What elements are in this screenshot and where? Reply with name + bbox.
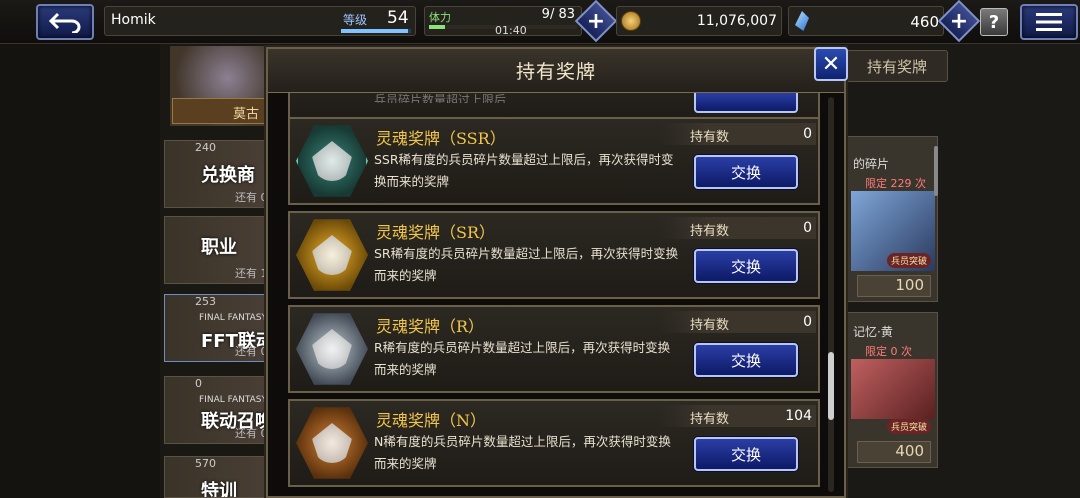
event-banner[interactable]: 职业 还有 14 [164, 216, 272, 284]
event-banner[interactable]: 240 兑换商 还有 0 [164, 140, 272, 208]
background-tab[interactable]: 持有奖牌 [846, 50, 948, 82]
event-banner[interactable]: 0 FINAL FANTASY T 联动召唤 还有 0 [164, 376, 272, 444]
gem-value: 460 [910, 13, 939, 31]
exchange-button[interactable]: 交换 [694, 437, 798, 471]
player-name: Homik [111, 12, 156, 28]
plus-icon: + [586, 8, 606, 34]
owned-count-label: 持有数 [690, 318, 730, 333]
stamina-label: 体力 [429, 11, 451, 24]
stamina-timer: 01:40 [495, 24, 527, 37]
level-label: 等级 [343, 13, 368, 27]
banner-count: 253 [195, 295, 216, 308]
banner-count: 0 [195, 377, 202, 390]
level-value: 54 [387, 8, 409, 28]
shop-card-limit: 限定 0 次 [865, 345, 912, 358]
owned-count-value: 0 [803, 314, 812, 330]
banner-title: 兑换商 [201, 165, 255, 186]
shop-card[interactable]: 的碎片 限定 229 次 兵员突破 100 [846, 136, 938, 302]
gil-panel: 11,076,007 [616, 6, 782, 36]
shop-card-price: 100 [857, 275, 931, 297]
help-button[interactable]: ? [980, 8, 1008, 36]
exchange-button-partial[interactable] [694, 93, 798, 113]
banner-count: 570 [195, 457, 216, 470]
gem-panel: 460 [788, 6, 944, 36]
plus-icon: + [949, 8, 969, 34]
banner-remain: 还有 0 [235, 427, 268, 440]
shop-card-limit: 限定 229 次 [865, 177, 926, 190]
top-status-bar: Homik 等级 54 体力 9/ 83 01:40 + 11,076,007 … [0, 0, 1080, 44]
soul-medal-sr-icon [296, 219, 368, 291]
banner-title: 特训 [201, 481, 237, 498]
menu-button[interactable] [1020, 4, 1078, 40]
owned-count-value: 104 [785, 408, 812, 424]
banner-remain: 还有 0 [235, 191, 268, 204]
banner-subtitle: FINAL FANTASY T [199, 395, 272, 405]
medal-row-sr: 灵魂奖牌（SR） 持有数 0 SR稀有度的兵员碎片数量超过上限后，再次获得时变换… [288, 211, 820, 299]
dialog-title: 持有奖牌 [515, 61, 596, 83]
stamina-panel: 体力 9/ 83 01:40 [424, 6, 582, 37]
medal-name: 灵魂奖牌（N） [376, 411, 487, 430]
soul-medal-ssr-icon [296, 125, 368, 197]
hamburger-menu-icon [1036, 13, 1062, 31]
medal-list-scrollbar[interactable] [828, 97, 834, 492]
owned-count-label: 持有数 [690, 130, 730, 145]
medal-name: 灵魂奖牌（SR） [376, 223, 496, 242]
soul-medal-r-icon [296, 313, 368, 385]
shop-card[interactable]: 记忆·黄 限定 0 次 兵员突破 400 [846, 312, 938, 468]
background-scrollbar[interactable] [934, 146, 938, 196]
owned-medals-dialog: 持有奖牌 ✕ 兵员碎片数量超过上限后 灵魂奖牌（SSR） 持有数 0 SSR稀有… [266, 47, 848, 498]
exchange-button[interactable]: 交换 [694, 249, 798, 283]
gil-value: 11,076,007 [696, 13, 777, 29]
scrollbar-thumb[interactable] [828, 352, 834, 420]
gil-coin-icon [621, 11, 641, 31]
event-banner[interactable]: 570 特训 [164, 456, 272, 498]
shop-card-image [851, 359, 935, 419]
banner-count: 240 [195, 141, 216, 154]
medal-row-r: 灵魂奖牌（R） 持有数 0 R稀有度的兵员碎片数量超过上限后，再次获得时变换而来… [288, 305, 820, 393]
exchange-button[interactable]: 交换 [694, 343, 798, 377]
back-arrow-icon [48, 12, 81, 33]
level-progress-bar [341, 29, 411, 33]
owned-count-value: 0 [803, 126, 812, 142]
add-gem-button[interactable]: + [937, 0, 981, 43]
owned-count-label: 持有数 [690, 224, 730, 239]
medal-description: N稀有度的兵员碎片数量超过上限后，再次获得时变换而来的奖牌 [374, 434, 671, 471]
background-tag: 莫古 [172, 98, 266, 124]
stamina-value: 9/ 83 [541, 7, 575, 22]
banner-remain: 还有 0 [235, 345, 268, 358]
medal-description: SR稀有度的兵员碎片数量超过上限后，再次获得时变换而来的奖牌 [374, 246, 679, 283]
banner-subtitle: FINAL FANTASY T [199, 313, 272, 323]
player-info-panel: Homik 等级 54 [104, 6, 416, 36]
shop-card-chip: 兵员突破 [887, 419, 932, 434]
event-banner[interactable]: 253 FINAL FANTASY T FFT联动 还有 0 [164, 294, 272, 362]
medal-row-n: 灵魂奖牌（N） 持有数 104 N稀有度的兵员碎片数量超过上限后，再次获得时变换… [288, 399, 820, 487]
shop-card-title: 的碎片 [853, 157, 890, 171]
shop-card-price: 400 [857, 441, 931, 463]
owned-count-label: 持有数 [690, 412, 730, 427]
soul-medal-n-icon [296, 407, 368, 479]
exchange-button[interactable]: 交换 [694, 155, 798, 189]
banner-title: 职业 [201, 237, 237, 258]
close-button[interactable]: ✕ [814, 47, 848, 81]
crystal-icon [795, 11, 809, 31]
owned-count-value: 0 [803, 220, 812, 236]
back-button[interactable] [36, 4, 94, 40]
medal-name: 灵魂奖牌（SSR） [376, 129, 506, 148]
shop-card-title: 记忆·黄 [853, 325, 893, 339]
dialog-header: 持有奖牌 [268, 49, 844, 93]
medal-row-ssr: 灵魂奖牌（SSR） 持有数 0 SSR稀有度的兵员碎片数量超过上限后，再次获得时… [288, 117, 820, 205]
shop-card-chip: 兵员突破 [887, 253, 932, 268]
medal-description: SSR稀有度的兵员碎片数量超过上限后，再次获得时变换而来的奖牌 [374, 152, 674, 189]
medal-description: R稀有度的兵员碎片数量超过上限后，再次获得时变换而来的奖牌 [374, 340, 671, 377]
medal-list[interactable]: 兵员碎片数量超过上限后 灵魂奖牌（SSR） 持有数 0 SSR稀有度的兵员碎片数… [276, 93, 836, 496]
medal-name: 灵魂奖牌（R） [376, 317, 485, 336]
partial-row-text: 兵员碎片数量超过上限后 [374, 93, 507, 103]
